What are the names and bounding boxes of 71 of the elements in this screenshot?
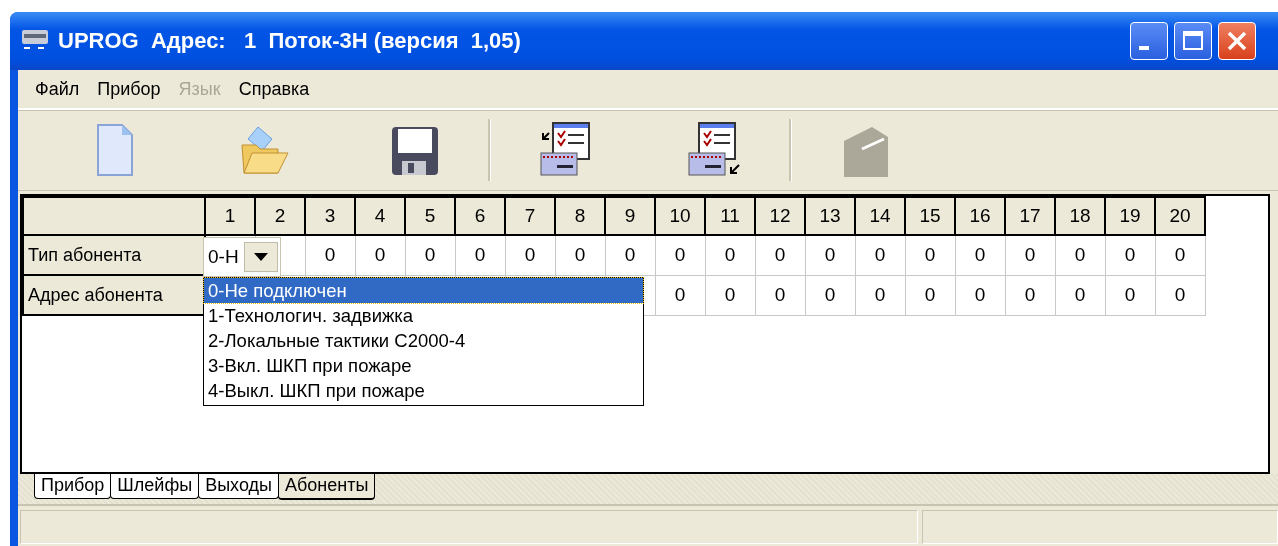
column-header: 3 bbox=[305, 197, 355, 235]
column-header: 17 bbox=[1005, 197, 1055, 235]
column-header: 8 bbox=[555, 197, 605, 235]
table-cell: 0 bbox=[605, 235, 655, 275]
table-cell: 0 bbox=[1005, 275, 1055, 315]
column-header: 12 bbox=[755, 197, 805, 235]
list-option[interactable]: 2-Локальные тактики С2000-4 bbox=[204, 328, 643, 353]
table-cell: 0 bbox=[555, 235, 605, 275]
table-cell: 0 bbox=[355, 235, 405, 275]
column-header: 4 bbox=[355, 197, 405, 235]
table-cell: 0 bbox=[805, 275, 855, 315]
tab[interactable]: Шлейфы bbox=[110, 474, 200, 499]
column-header: 14 bbox=[855, 197, 905, 235]
minimize-icon bbox=[1139, 46, 1149, 50]
table-cell: 0 bbox=[955, 235, 1005, 275]
row-header: Тип абонента bbox=[23, 235, 205, 275]
table-cell: 0 bbox=[1005, 235, 1055, 275]
menu-item[interactable]: Справка bbox=[229, 78, 319, 100]
dropdown-button[interactable] bbox=[244, 242, 278, 272]
table-cell: 0 bbox=[455, 235, 505, 275]
menu-item[interactable]: Прибор bbox=[88, 78, 170, 100]
table-cell: 0 bbox=[855, 235, 905, 275]
tab[interactable]: Абоненты bbox=[277, 474, 376, 500]
table-cell: 0 bbox=[1055, 235, 1105, 275]
list-option[interactable]: 3-Вкл. ШКП при пожаре bbox=[204, 353, 643, 378]
window-title: UPROG Адрес: 1 Поток-3Н (версия 1,05) bbox=[58, 28, 522, 54]
table-cell: 0 bbox=[1105, 275, 1155, 315]
minimize-button[interactable] bbox=[1130, 22, 1168, 60]
column-header: 13 bbox=[805, 197, 855, 235]
row-header: Адрес абонента bbox=[23, 275, 205, 315]
column-header: 2 bbox=[255, 197, 305, 235]
table-cell: 0 bbox=[1155, 235, 1205, 275]
tab[interactable]: Выходы bbox=[198, 474, 279, 499]
table-cell: 0 bbox=[905, 235, 955, 275]
column-header: 16 bbox=[955, 197, 1005, 235]
list-option[interactable]: 1-Технологич. задвижка bbox=[204, 303, 643, 328]
dropdown-field[interactable]: 0-Н bbox=[203, 237, 281, 277]
table-cell: 0 bbox=[1155, 275, 1205, 315]
column-header: 7 bbox=[505, 197, 555, 235]
list-option[interactable]: 4-Выкл. ШКП при пожаре bbox=[204, 378, 643, 403]
table-cell: 0 bbox=[905, 275, 955, 315]
table-cell: 0 bbox=[755, 235, 805, 275]
column-header: 20 bbox=[1155, 197, 1205, 235]
table-cell: 0 bbox=[1105, 235, 1155, 275]
list-option[interactable]: 0-Не подключен bbox=[204, 278, 643, 303]
column-header: 10 bbox=[655, 197, 705, 235]
table-cell: 0 bbox=[955, 275, 1005, 315]
column-header: 19 bbox=[1105, 197, 1155, 235]
table-cell: 0 bbox=[305, 235, 355, 275]
column-header: 15 bbox=[905, 197, 955, 235]
table-cell: 0 bbox=[655, 235, 705, 275]
close-button[interactable] bbox=[1218, 22, 1256, 60]
column-header: 9 bbox=[605, 197, 655, 235]
table-cell: 0 bbox=[405, 235, 455, 275]
table-cell: 0 bbox=[655, 275, 705, 315]
column-header: 5 bbox=[405, 197, 455, 235]
tab[interactable]: Прибор bbox=[34, 474, 112, 499]
table-cell: 0 bbox=[705, 275, 755, 315]
table-cell: 0 bbox=[705, 235, 755, 275]
column-header: 18 bbox=[1055, 197, 1105, 235]
column-header: 1 bbox=[205, 197, 255, 235]
maximize-button[interactable] bbox=[1174, 22, 1212, 60]
table-cell: 0 bbox=[855, 275, 905, 315]
table-cell: 0 bbox=[805, 235, 855, 275]
table-cell: 0 bbox=[1055, 275, 1105, 315]
menu-item[interactable]: Файл bbox=[26, 78, 89, 100]
table-cell: 0 bbox=[505, 235, 555, 275]
table-cell: 0 bbox=[755, 275, 805, 315]
caret-icon bbox=[254, 253, 268, 261]
column-header: 6 bbox=[455, 197, 505, 235]
column-header: 11 bbox=[705, 197, 755, 235]
